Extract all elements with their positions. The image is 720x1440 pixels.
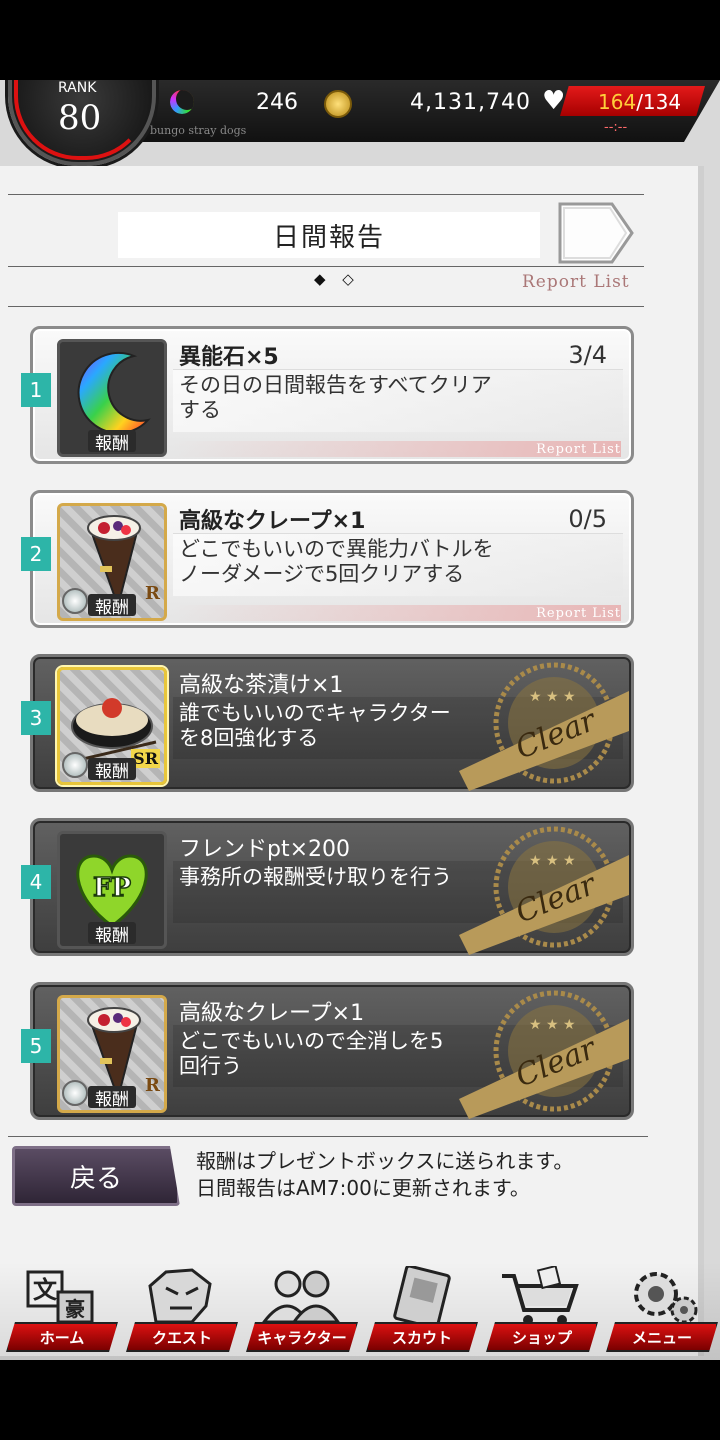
reward-tag: 報酬 — [88, 430, 136, 454]
nav-character[interactable]: キャラクター — [246, 1266, 358, 1352]
page-indicator: ◆ ◇ — [314, 270, 360, 288]
reward-tag: 報酬 — [88, 594, 136, 618]
gem-badge-icon — [62, 752, 88, 778]
character-icon — [260, 1270, 341, 1324]
heart-icon: ♥ — [542, 86, 566, 116]
report-card-3[interactable]: SR 報酬 3 高級な茶漬け×1 誰でもいいのでキャラクター を8回強化する ★… — [21, 654, 634, 792]
divider — [8, 1136, 648, 1137]
card-number: 1 — [21, 373, 51, 407]
quest-icon — [148, 1268, 212, 1324]
notice-text: 報酬はプレゼントボックスに送られます。 日間報告はAM7:00に更新されます。 — [196, 1148, 573, 1202]
mission-description: どこでもいいので全消しを5 回行う — [179, 1029, 444, 1078]
report-card-4[interactable]: FP 報酬 4 フレンドpt×200 事務所の報酬受け取りを行う ★ ★ ★ C… — [21, 818, 634, 956]
clear-stamp-icon: ★ ★ ★ Clear — [459, 662, 629, 791]
rarity-label: R — [145, 583, 160, 604]
progress-count: 3/4 — [568, 341, 607, 369]
fp-text: FP — [93, 873, 131, 903]
status-bar: RANK 80 246 4,131,740 bungo stray dogs ♥… — [0, 80, 720, 166]
reward-icon-frame: 報酬 — [57, 339, 167, 457]
svg-text:豪: 豪 — [65, 1297, 85, 1321]
stamina-max: /134 — [636, 90, 682, 114]
card-number: 4 — [21, 865, 51, 899]
notice-line-2: 日間報告はAM7:00に更新されます。 — [196, 1176, 530, 1200]
card-footer-text: Report List — [536, 442, 621, 457]
stamina-timer: --:-- — [604, 120, 628, 135]
rank-value: 80 — [58, 98, 102, 138]
divider — [8, 194, 644, 195]
gem-badge-icon — [62, 588, 88, 614]
card-number: 5 — [21, 1029, 51, 1063]
divider — [8, 306, 644, 307]
reward-icon-frame: R 報酬 — [57, 995, 167, 1113]
divider — [8, 266, 644, 267]
notice-line-1: 報酬はプレゼントボックスに送られます。 — [196, 1149, 574, 1173]
mission-description: 誰でもいいのでキャラクター を8回強化する — [179, 701, 451, 750]
reward-icon-frame: R 報酬 — [57, 503, 167, 621]
stamina-value: 164/134 — [598, 90, 681, 114]
svg-text:文: 文 — [33, 1276, 58, 1304]
clear-stamp-icon: ★ ★ ★ Clear — [459, 826, 629, 955]
reward-tag: 報酬 — [88, 758, 136, 782]
report-list-link[interactable]: Report List — [522, 272, 630, 292]
reward-name: 高級な茶漬け×1 — [179, 673, 344, 698]
svg-text:★ ★ ★: ★ ★ ★ — [529, 853, 576, 869]
nav-scout[interactable]: スカウト — [366, 1266, 478, 1352]
nav-label: ホーム — [6, 1322, 118, 1352]
game-subtitle: bungo stray dogs — [150, 124, 247, 137]
nav-label: キャラクター — [246, 1322, 358, 1352]
reward-icon-frame: FP 報酬 — [57, 831, 167, 949]
gem-badge-icon — [62, 1080, 88, 1106]
mission-description: どこでもいいので異能力バトルをノーダメージで5回クリアする — [179, 537, 494, 586]
report-panel: 日間報告 ◆ ◇ Report List Report List 報酬 1 異能… — [0, 166, 704, 1356]
card-footer-text: Report List — [536, 606, 621, 621]
back-button[interactable]: 戻る — [12, 1146, 180, 1206]
reward-name: 高級なクレープ×1 — [179, 1001, 365, 1026]
reward-tag: 報酬 — [88, 922, 136, 946]
clear-stamp-icon: ★ ★ ★ Clear — [459, 990, 629, 1119]
daily-report-screen: RANK 80 246 4,131,740 bungo stray dogs ♥… — [0, 80, 720, 1360]
stamina-current: 164 — [598, 90, 637, 114]
mission-description: その日の日間報告をすべてクリアする — [179, 373, 492, 422]
ability-stone-icon — [170, 90, 194, 114]
scout-icon — [393, 1266, 451, 1328]
nav-home[interactable]: 文 豪 ホーム — [6, 1266, 118, 1352]
svg-text:★ ★ ★: ★ ★ ★ — [529, 689, 576, 705]
nav-label: メニュー — [606, 1322, 718, 1352]
reward-tag: 報酬 — [88, 1086, 136, 1110]
svg-text:★ ★ ★: ★ ★ ★ — [529, 1017, 576, 1033]
reward-name: 異能石×5 — [179, 345, 279, 370]
rank-label: RANK — [58, 80, 97, 96]
report-card-2[interactable]: Report List R 報酬 2 高級なクレープ×1 0/5 どこでもいいの… — [21, 490, 634, 628]
nav-label: クエスト — [126, 1322, 238, 1352]
card-number: 2 — [21, 537, 51, 571]
nav-shop[interactable]: ショップ — [486, 1266, 598, 1352]
report-card-5[interactable]: R 報酬 5 高級なクレープ×1 どこでもいいので全消しを5 回行う ★ ★ ★… — [21, 982, 634, 1120]
coin-count: 4,131,740 — [410, 90, 531, 115]
report-card-1[interactable]: Report List 報酬 1 異能石×5 3/4 その日の日間報告をすべてク… — [21, 326, 634, 464]
mission-description: 事務所の報酬受け取りを行う — [179, 865, 452, 889]
rarity-label: R — [145, 1075, 160, 1096]
nav-label: スカウト — [366, 1322, 478, 1352]
progress-count: 0/5 — [568, 505, 607, 533]
reward-icon-frame: SR 報酬 — [57, 667, 167, 785]
nav-label: ショップ — [486, 1322, 598, 1352]
bottom-nav: 文 豪 ホーム クエスト キャラクター スカウト ショップ メニュー — [0, 1262, 720, 1360]
shop-icon — [502, 1266, 579, 1325]
coin-icon — [324, 90, 352, 118]
card-number: 3 — [21, 701, 51, 735]
nav-menu[interactable]: メニュー — [606, 1266, 718, 1352]
nav-quest[interactable]: クエスト — [126, 1266, 238, 1352]
reward-name: フレンドpt×200 — [179, 837, 351, 862]
page-title: 日間報告 — [118, 212, 540, 258]
home-icon: 文 豪 — [26, 1270, 94, 1324]
menu-icon — [634, 1272, 698, 1324]
next-page-button[interactable] — [558, 202, 634, 264]
reward-name: 高級なクレープ×1 — [179, 509, 366, 534]
stone-count: 246 — [256, 90, 298, 115]
